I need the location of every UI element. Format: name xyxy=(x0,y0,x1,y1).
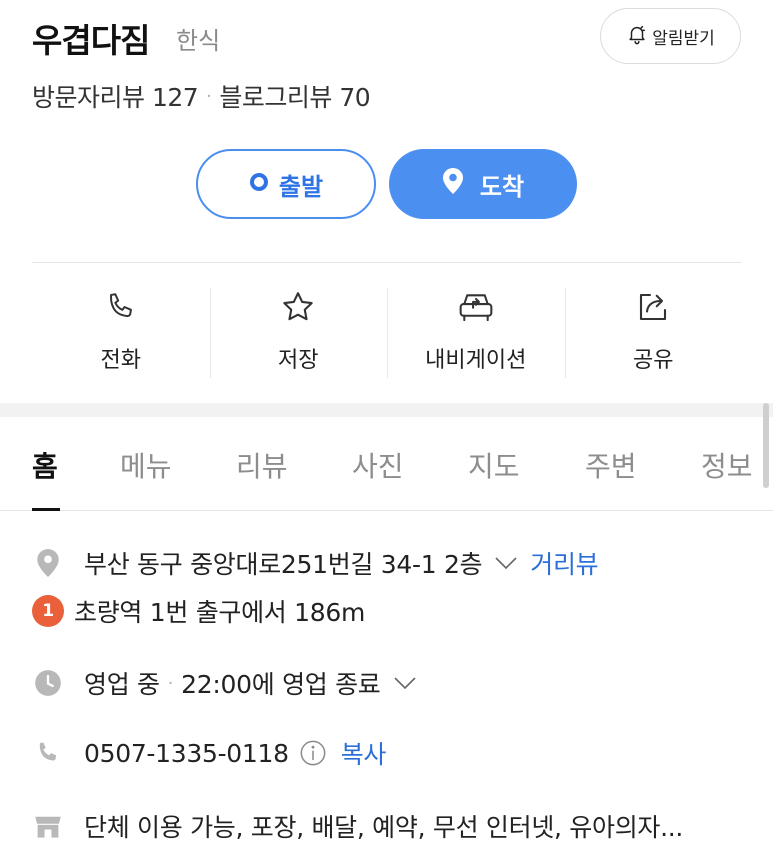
call-button[interactable]: 전화 xyxy=(32,283,210,383)
call-label: 전화 xyxy=(100,348,141,373)
phone-row: 0507-1335-0118 복사 xyxy=(32,735,752,771)
place-header: 우겹다짐 한식 알림받기 xyxy=(32,8,742,68)
section-divider xyxy=(0,403,773,417)
action-bar: 전화 저장 내비게이션 공유 xyxy=(32,283,742,383)
phone-icon xyxy=(104,283,138,331)
subway-row: 1 초량역 1번 출구에서 186m xyxy=(32,593,752,629)
hours-separator: · xyxy=(167,672,174,694)
tab-bar: 홈 메뉴 리뷰 사진 지도 주변 정보 xyxy=(0,417,773,511)
active-tab-indicator xyxy=(32,508,60,511)
place-name: 우겹다짐 xyxy=(32,21,150,60)
divider xyxy=(32,262,742,263)
tab-nearby[interactable]: 주변 xyxy=(585,445,637,485)
street-view-link[interactable]: 거리뷰 xyxy=(530,545,598,581)
address-row: 부산 동구 중앙대로251번길 34-1 2층 거리뷰 xyxy=(32,545,752,581)
subway-badge-slot: 1 xyxy=(32,595,64,627)
store-icon xyxy=(32,812,64,840)
amenities-row[interactable]: 단체 이용 가능, 포장, 배달, 예약, 무선 인터넷, 유아의자... xyxy=(32,808,752,844)
car-navigation-icon xyxy=(457,283,495,331)
review-counts: 방문자리뷰 127 · 블로그리뷰 70 xyxy=(32,78,371,114)
tab-menu[interactable]: 메뉴 xyxy=(120,445,172,485)
phone-icon xyxy=(32,739,64,767)
star-icon xyxy=(280,283,316,331)
arrive-label: 도착 xyxy=(479,172,525,201)
phone-number[interactable]: 0507-1335-0118 xyxy=(84,739,289,768)
place-category: 한식 xyxy=(176,27,221,55)
start-button[interactable]: 출발 xyxy=(196,149,376,219)
save-button[interactable]: 저장 xyxy=(209,283,388,383)
chevron-down-icon[interactable] xyxy=(393,676,417,690)
review-separator: · xyxy=(206,85,212,107)
hours-text: 22:00에 영업 종료 xyxy=(181,670,381,699)
share-icon xyxy=(635,283,671,331)
copy-button[interactable]: 복사 xyxy=(341,735,387,771)
start-label: 출발 xyxy=(278,172,324,201)
address-text: 부산 동구 중앙대로251번길 34-1 2층 xyxy=(84,550,483,579)
hours-row: 영업 중 · 22:00에 영업 종료 xyxy=(32,665,752,701)
share-label: 공유 xyxy=(633,348,674,373)
bell-icon xyxy=(626,23,648,50)
chevron-down-icon[interactable] xyxy=(494,556,518,570)
amenities-text: 단체 이용 가능, 포장, 배달, 예약, 무선 인터넷, 유아의자... xyxy=(84,813,684,842)
subway-text: 초량역 1번 출구에서 186m xyxy=(74,598,366,627)
origin-dot-icon xyxy=(249,170,269,198)
subway-line-badge: 1 xyxy=(32,595,64,627)
location-pin-icon xyxy=(32,548,64,578)
info-icon[interactable] xyxy=(299,739,327,767)
open-status: 영업 중 xyxy=(84,670,160,699)
location-pin-icon xyxy=(442,167,464,201)
blog-review-link[interactable]: 블로그리뷰 70 xyxy=(219,78,370,114)
tab-map[interactable]: 지도 xyxy=(468,445,520,485)
save-label: 저장 xyxy=(278,348,319,373)
arrive-button[interactable]: 도착 xyxy=(389,149,577,219)
tab-home[interactable]: 홈 xyxy=(32,445,58,485)
alarm-label: 알림받기 xyxy=(652,28,715,49)
alarm-button[interactable]: 알림받기 xyxy=(600,8,741,64)
visitor-review-link[interactable]: 방문자리뷰 127 xyxy=(32,78,199,114)
tab-info[interactable]: 정보 xyxy=(701,445,753,485)
tab-photo[interactable]: 사진 xyxy=(352,445,404,485)
share-button[interactable]: 공유 xyxy=(564,283,743,383)
navigation-button[interactable]: 내비게이션 xyxy=(387,283,565,383)
scrollbar[interactable] xyxy=(763,403,769,488)
clock-icon xyxy=(32,669,64,697)
tab-review[interactable]: 리뷰 xyxy=(236,445,288,485)
navigation-label: 내비게이션 xyxy=(425,348,527,373)
